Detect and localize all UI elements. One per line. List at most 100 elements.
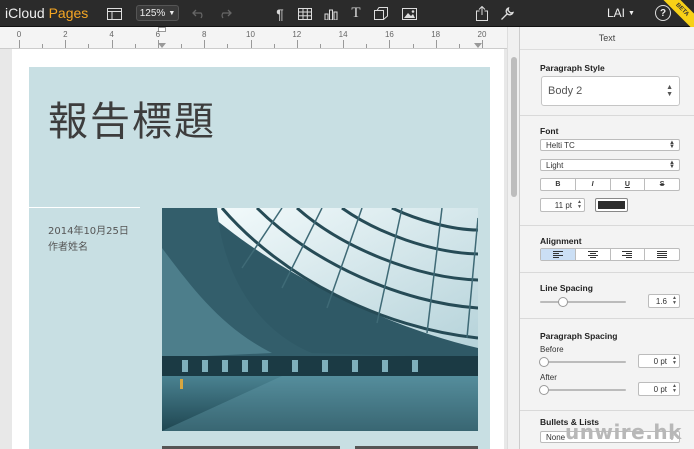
- cover-photo[interactable]: [162, 208, 478, 431]
- shape-icon[interactable]: [372, 4, 390, 23]
- sidebar-view-icon[interactable]: [105, 4, 123, 23]
- align-center-icon[interactable]: [576, 249, 611, 260]
- share-icon[interactable]: [473, 4, 491, 23]
- spacing-before-value: 0 pt: [653, 356, 667, 366]
- ruler-tick: [181, 44, 183, 48]
- font-color-swatch: [598, 201, 625, 209]
- underline-button[interactable]: U: [611, 179, 646, 190]
- stepper-arrows-icon: ▲ ▼: [666, 84, 673, 98]
- paragraph-style-title: Paragraph Style: [540, 63, 605, 73]
- brand-icloud: iCloud: [5, 5, 45, 21]
- paragraph-style-section: Paragraph Style Body 2 ▲ ▼: [520, 50, 694, 116]
- image-icon[interactable]: [399, 4, 419, 23]
- stepper-arrows-icon: ▲ ▼: [577, 199, 582, 210]
- alignment-buttons: [540, 248, 680, 261]
- ruler-tick-label: 12: [292, 30, 302, 39]
- chart-icon[interactable]: [322, 4, 340, 23]
- paragraph-style-value: Body 2: [548, 85, 583, 97]
- slider-knob[interactable]: [558, 297, 568, 307]
- ruler-tick: [250, 40, 252, 48]
- ruler-tick: [366, 44, 368, 48]
- ruler-tick: [157, 40, 159, 48]
- canvas-scrollbar[interactable]: [507, 27, 520, 449]
- spacing-after-label: After: [540, 373, 557, 382]
- alignment-section: Alignment: [520, 226, 694, 273]
- help-button[interactable]: ?: [655, 5, 671, 21]
- chevron-down-icon: ▼: [628, 9, 635, 17]
- text-box-icon[interactable]: T: [347, 4, 365, 23]
- ruler-tick-label: 14: [338, 30, 348, 39]
- justify-icon[interactable]: [645, 249, 679, 260]
- ruler-tick-label: 0: [16, 30, 22, 39]
- font-title: Font: [540, 126, 559, 136]
- ruler-tick: [343, 40, 345, 48]
- paragraph-style-select[interactable]: Body 2 ▲ ▼: [541, 76, 680, 106]
- paragraph-spacing-section: Paragraph Spacing Before 0 pt ▲ ▼ After 0…: [520, 319, 694, 411]
- scrollbar-thumb[interactable]: [511, 57, 517, 197]
- right-indent-marker[interactable]: [474, 43, 482, 48]
- line-spacing-slider[interactable]: [540, 297, 626, 307]
- paragraph-spacing-title: Paragraph Spacing: [540, 331, 618, 341]
- document-date[interactable]: 2014年10月25日: [48, 222, 129, 237]
- ruler-tick: [227, 44, 229, 48]
- font-color-well[interactable]: [595, 198, 628, 212]
- line-spacing-stepper[interactable]: 1.6 ▲ ▼: [648, 294, 680, 308]
- bold-button[interactable]: B: [541, 179, 576, 190]
- line-spacing-section: Line Spacing 1.6 ▲ ▼: [520, 273, 694, 319]
- select-arrows-icon: ▲ ▼: [669, 140, 675, 150]
- font-family-select[interactable]: Helti TC ▲ ▼: [540, 139, 680, 151]
- format-inspector: Text Paragraph Style Body 2 ▲ ▼ Font Helt…: [520, 27, 694, 449]
- wrench-icon[interactable]: [498, 4, 516, 23]
- redo-icon[interactable]: [216, 4, 234, 23]
- ruler-tick: [134, 44, 136, 48]
- align-right-icon[interactable]: [611, 249, 646, 260]
- slider-knob[interactable]: [539, 385, 549, 395]
- ruler-tick: [296, 40, 298, 48]
- alignment-title: Alignment: [540, 236, 582, 246]
- table-icon[interactable]: [296, 4, 314, 23]
- spacing-after-slider[interactable]: [539, 385, 626, 395]
- title-divider: [29, 207, 140, 208]
- select-arrows-icon: ▲ ▼: [669, 160, 675, 170]
- line-spacing-value: 1.6: [655, 296, 667, 306]
- user-name: LAI: [607, 6, 626, 20]
- document-author[interactable]: 作者姓名: [48, 238, 88, 253]
- zoom-select[interactable]: 125% ▼: [136, 5, 179, 21]
- align-left-icon[interactable]: [541, 249, 576, 260]
- stepper-arrows-icon: ▲ ▼: [672, 295, 677, 306]
- watermark: unwire.hk: [565, 420, 682, 444]
- font-section: Font Helti TC ▲ ▼ Light ▲ ▼ B I U S 11 pt …: [520, 116, 694, 226]
- pilcrow-icon[interactable]: ¶: [271, 4, 289, 23]
- font-weight-select[interactable]: Light ▲ ▼: [540, 159, 680, 171]
- ruler-tick: [482, 40, 483, 48]
- user-menu[interactable]: LAI ▼: [607, 6, 635, 20]
- spacing-before-label: Before: [540, 345, 564, 354]
- ruler-tick-label: 16: [384, 30, 394, 39]
- ruler-tick: [389, 40, 391, 48]
- font-size-stepper[interactable]: 11 pt ▲ ▼: [540, 198, 585, 212]
- spacing-after-stepper[interactable]: 0 pt ▲ ▼: [638, 382, 680, 396]
- strikethrough-button[interactable]: S: [645, 179, 679, 190]
- left-indent-marker[interactable]: [158, 43, 166, 48]
- spacing-before-slider[interactable]: [539, 357, 626, 367]
- stepper-arrows-icon: ▲ ▼: [672, 383, 677, 394]
- font-weight-value: Light: [546, 160, 564, 170]
- pages-app: iCloud Pages 125% ▼ ¶ T LAI ▼ ? BETA 0 2…: [0, 0, 694, 449]
- document-title[interactable]: 報告標題: [48, 89, 216, 147]
- ruler-tick-label: 18: [431, 30, 441, 39]
- undo-icon[interactable]: [190, 4, 208, 23]
- ruler-tick-label: 20: [477, 30, 487, 39]
- ruler-tick: [19, 40, 20, 48]
- spacing-after-value: 0 pt: [653, 384, 667, 394]
- inspector-tab-text[interactable]: Text: [520, 27, 694, 50]
- ruler-tick: [88, 44, 90, 48]
- ruler-tick: [111, 40, 113, 48]
- italic-button[interactable]: I: [576, 179, 611, 190]
- zoom-value: 125%: [139, 7, 166, 19]
- font-size-value: 11 pt: [554, 200, 572, 210]
- spacing-before-stepper[interactable]: 0 pt ▲ ▼: [638, 354, 680, 368]
- slider-knob[interactable]: [539, 357, 549, 367]
- ruler-tick: [273, 44, 275, 48]
- horizontal-ruler[interactable]: 0 2 4 6 8 10 12 14 16 18 20: [0, 27, 507, 49]
- app-brand: iCloud Pages: [5, 5, 88, 21]
